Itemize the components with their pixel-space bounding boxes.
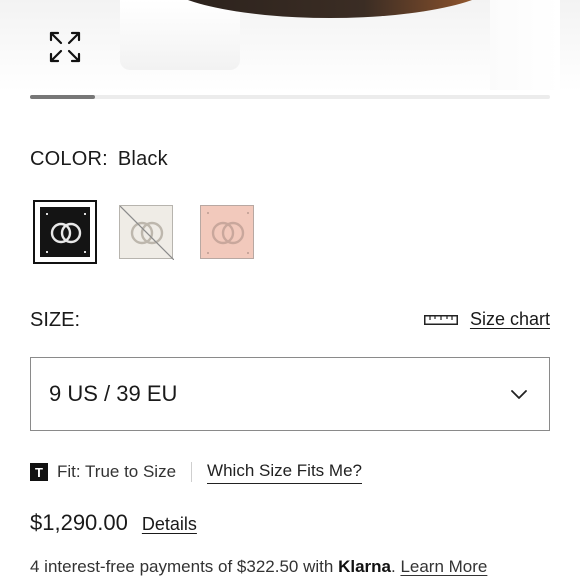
klarna-text: 4 interest-free payments of $322.50 with [30,557,339,576]
true-fit-logo-icon: T [30,463,48,481]
details-link[interactable]: Details [142,514,197,535]
expand-arrows-icon[interactable] [48,30,82,64]
ruler-icon [423,314,458,325]
color-selection-label: COLOR: Black [30,148,168,171]
swatch-black[interactable] [33,200,97,264]
klarna-brand: Klarna [338,557,391,576]
swatch-white-thumbnail [119,205,175,261]
color-value: Black [117,148,168,170]
chevron-down-icon [511,390,527,399]
klarna-message: 4 interest-free payments of $322.50 with… [30,557,487,577]
gallery-progress-fill [30,95,95,99]
size-chart-link[interactable]: Size chart [423,309,550,330]
swatch-pink-thumbnail [200,205,254,259]
product-image[interactable] [0,0,580,92]
size-label: SIZE: [30,309,81,331]
klarna-learn-more-link[interactable]: Learn More [400,557,487,576]
price: $1,290.00 [30,510,128,535]
price-row: $1,290.00 Details [30,510,197,536]
size-dropdown-value: 9 US / 39 EU [49,381,178,406]
size-dropdown[interactable]: 9 US / 39 EU [30,357,550,431]
gg-logo-icon [207,212,249,254]
gg-logo-icon [119,205,175,261]
gallery-progress-track [30,95,550,99]
fit-text: Fit: True to Size [57,462,177,481]
swatch-pink[interactable] [199,200,263,264]
fit-info: T Fit: True to Size Which Size Fits Me? [30,460,362,484]
product-image-edge [490,0,560,90]
swatch-white[interactable] [118,200,182,264]
fit-divider [191,462,193,482]
size-chart-text[interactable]: Size chart [470,309,550,330]
product-image-sole [120,0,240,70]
which-size-fits-link[interactable]: Which Size Fits Me? [207,461,362,484]
color-label: COLOR: [30,148,108,170]
swatch-black-thumbnail [40,207,90,257]
gg-logo-icon [46,213,86,253]
